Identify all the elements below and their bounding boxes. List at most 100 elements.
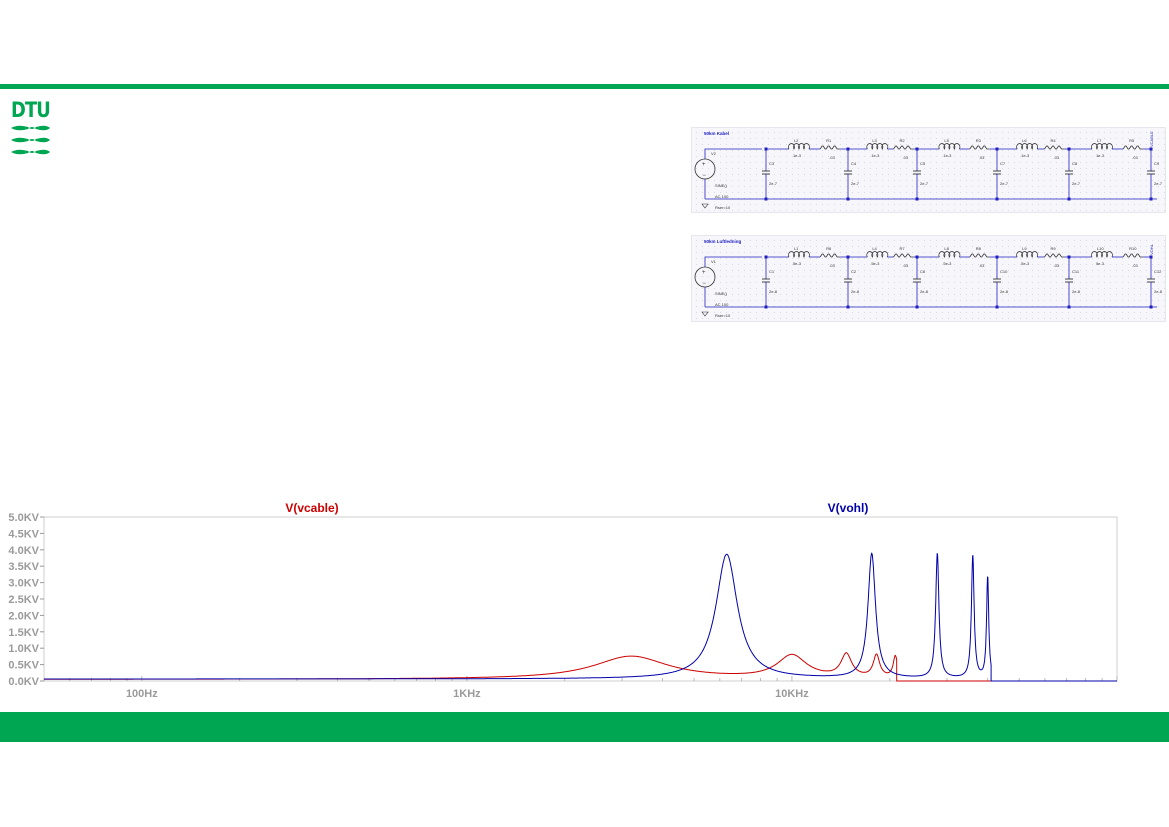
inductor-value: 5e-3 xyxy=(943,261,952,266)
y-tick-label: 1.5KV xyxy=(8,627,39,639)
schematic-overhead-drawing: 50km Luftledning + − V1 SINE() AC 100 Rser=10 C… xyxy=(694,239,1165,319)
y-tick-label: 0.5KV xyxy=(8,660,39,672)
inductor-ref: L2 xyxy=(794,138,799,143)
capacitor-ref: C3 xyxy=(769,161,775,166)
capacitor-ref: C10 xyxy=(1000,269,1008,274)
resistor-ref: R4 xyxy=(1051,138,1057,143)
capacitor-value: 2e-8 xyxy=(920,289,929,294)
capacitor-ref: C8 xyxy=(1072,161,1078,166)
net-label: VCABLE xyxy=(1149,131,1154,147)
inductor-icon xyxy=(788,143,810,150)
plot-frame xyxy=(43,516,1118,682)
inductor-icon xyxy=(1016,143,1039,150)
inductor-ref: L10 xyxy=(1097,246,1104,251)
resistor-value: .03 xyxy=(1132,155,1138,160)
inductor-value: 5e-3 xyxy=(793,261,802,266)
resistor-icon xyxy=(893,145,914,150)
source-ref: V2 xyxy=(711,151,717,156)
y-tick-label: 3.5KV xyxy=(8,561,39,573)
capacitor-ref: C9 xyxy=(1154,161,1160,166)
x-tick-label: 1KHz xyxy=(453,688,481,700)
resistor-icon xyxy=(1122,145,1144,150)
inductor-icon xyxy=(866,143,889,150)
schematic-title: 50km Kabel xyxy=(704,131,729,136)
inductor-value: 1e-3 xyxy=(793,153,802,158)
inductor-ref: L1 xyxy=(794,246,799,251)
source-rser: Rser=10 xyxy=(715,205,731,210)
resistor-ref: R9 xyxy=(1051,246,1057,251)
inductor-icon xyxy=(788,251,810,258)
resistor-ref: R8 xyxy=(976,246,982,251)
logo-waves-icon xyxy=(11,125,50,155)
inductor-icon xyxy=(866,251,889,258)
schematic-cable-drawing: 50km Kabel + − V2 SINE() AC 100 Rser=10 C3 2e-7 L… xyxy=(694,131,1165,211)
resistor-icon xyxy=(969,253,990,258)
capacitor-value: 2e-7 xyxy=(1072,181,1081,186)
ground-icon xyxy=(701,203,709,209)
y-tick-label: 1.0KV xyxy=(8,643,39,655)
capacitor-value: 2e-8 xyxy=(1072,289,1081,294)
resistor-icon xyxy=(893,253,914,258)
inductor-icon xyxy=(1091,251,1113,258)
capacitor-value: 2e-8 xyxy=(1000,289,1009,294)
capacitor-ref: C7 xyxy=(1000,161,1006,166)
inductor-icon xyxy=(1091,143,1113,150)
inductor-ref: L5 xyxy=(944,138,949,143)
source-ac: AC 100 xyxy=(715,194,729,199)
inductor-icon xyxy=(1016,251,1039,258)
resistor-ref: R3 xyxy=(976,138,982,143)
capacitor-ref: C5 xyxy=(920,161,926,166)
source-rser: Rser=10 xyxy=(715,313,731,318)
net-label: VOHL xyxy=(1149,243,1154,255)
resistor-ref: R6 xyxy=(826,246,832,251)
x-tick-label: 100Hz xyxy=(126,688,158,700)
ground-icon xyxy=(701,311,709,317)
resistor-value: .03 xyxy=(1132,263,1138,268)
capacitor-value: 2e-7 xyxy=(851,181,860,186)
schematic-title: 50km Luftledning xyxy=(704,239,742,244)
top-accent-bar xyxy=(0,84,1169,89)
resistor-value: .03 xyxy=(829,155,835,160)
resistor-ref: R10 xyxy=(1129,246,1137,251)
resistor-value: .03 xyxy=(903,155,909,160)
resistor-icon xyxy=(1044,145,1065,150)
inductor-value: 5e-3 xyxy=(871,261,880,266)
capacitor-value: 2e-7 xyxy=(1154,181,1163,186)
resistor-value: .03 xyxy=(1054,263,1060,268)
resistor-icon xyxy=(819,253,841,258)
y-tick-label: 2.5KV xyxy=(8,594,39,606)
capacitor-ref: C2 xyxy=(851,269,857,274)
inductor-value: 1e-3 xyxy=(1021,153,1030,158)
resistor-value: .03 xyxy=(829,263,835,268)
capacitor-ref: C6 xyxy=(920,269,926,274)
inductor-ref: L3 xyxy=(872,138,877,143)
capacitor-ref: C11 xyxy=(1072,269,1080,274)
legend-entry: V(vcable) xyxy=(285,501,338,515)
y-tick-label: 3.0KV xyxy=(8,578,39,590)
source-func: SINE() xyxy=(715,291,728,296)
capacitor-ref: C12 xyxy=(1154,269,1162,274)
plus-sign: + xyxy=(702,270,706,276)
resistor-ref: R7 xyxy=(900,246,906,251)
bottom-accent-bar xyxy=(0,712,1169,742)
y-tick-label: 4.5KV xyxy=(8,528,39,540)
plot-canvas: 0.0KV 0.5KV 1.0KV 1.5KV 2.0KV 2.5KV 3.0KV 3.5KV… xyxy=(8,501,1118,700)
resistor-ref: R1 xyxy=(826,138,832,143)
inductor-ref: L6 xyxy=(1022,138,1027,143)
minus-sign: − xyxy=(703,173,707,179)
capacitor-value: 2e-7 xyxy=(769,181,778,186)
capacitor-value: 2e-8 xyxy=(1154,289,1163,294)
y-tick-label: 2.0KV xyxy=(8,610,39,622)
frequency-response-plot: 0.0KV 0.5KV 1.0KV 1.5KV 2.0KV 2.5KV 3.0KV 3.5KV… xyxy=(0,498,1130,708)
inductor-ref: L8 xyxy=(944,246,949,251)
y-tick-label: 5.0KV xyxy=(8,512,39,524)
resistor-value: .03 xyxy=(979,155,985,160)
capacitor-value: 2e-8 xyxy=(851,289,860,294)
inductor-ref: L7 xyxy=(1097,138,1102,143)
source-func: SINE() xyxy=(715,183,728,188)
inductor-value: 1e-3 xyxy=(943,153,952,158)
inductor-ref: L9 xyxy=(1022,246,1027,251)
inductor-value: 5e-3 xyxy=(1021,261,1030,266)
inductor-value: 5e-3 xyxy=(1096,261,1105,266)
capacitor-value: 2e-7 xyxy=(1000,181,1009,186)
